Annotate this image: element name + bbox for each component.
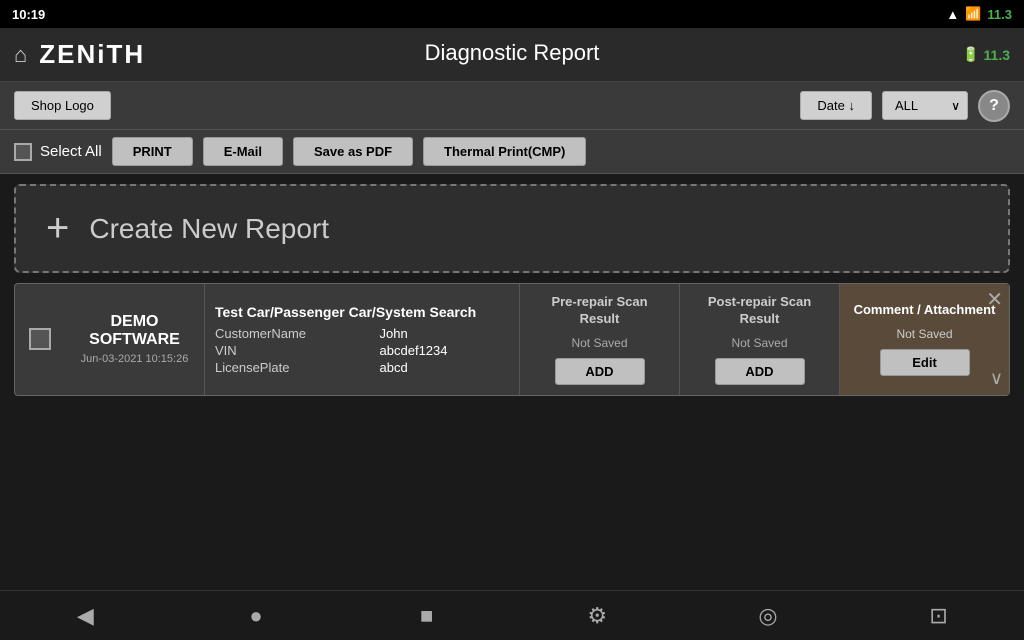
license-plate-value: abcd — [380, 360, 509, 375]
report-details: CustomerName John VIN abcdef1234 License… — [215, 326, 509, 375]
print-button[interactable]: PRINT — [112, 137, 193, 166]
report-select-checkbox[interactable] — [29, 328, 51, 350]
battery-indicator: 🔋 11.3 — [962, 46, 1010, 63]
report-date: Jun-03-2021 10:15:26 — [81, 353, 189, 365]
select-all-container: Select All — [14, 143, 102, 161]
wifi-icon: ▲ — [946, 7, 959, 22]
filter-select[interactable]: ALL Recent Older — [882, 91, 968, 120]
shop-logo-button[interactable]: Shop Logo — [14, 91, 111, 120]
chrome-button[interactable]: ◎ — [746, 594, 790, 638]
battery-text: 11.3 — [987, 7, 1012, 22]
help-button[interactable]: ? — [978, 90, 1010, 122]
save-pdf-button[interactable]: Save as PDF — [293, 137, 413, 166]
recents-button[interactable]: ■ — [405, 594, 449, 638]
toolbar: Shop Logo Date ↓ ALL Recent Older ∨ ? — [0, 82, 1024, 130]
back-button[interactable]: ◀ — [63, 594, 107, 638]
filter-select-wrapper: ALL Recent Older ∨ — [882, 91, 968, 120]
status-time: 10:19 — [12, 7, 45, 22]
header-right: 🔋 11.3 — [962, 46, 1010, 63]
report-checkbox-col — [15, 284, 65, 395]
page-title: Diagnostic Report — [425, 40, 600, 66]
post-repair-scan-col: Post-repair Scan Result Not Saved ADD — [679, 284, 839, 395]
report-card: DEMO SOFTWARE Jun-03-2021 10:15:26 Test … — [14, 283, 1010, 396]
select-all-label[interactable]: Select All — [40, 143, 102, 160]
report-title: Test Car/Passenger Car/System Search — [215, 304, 509, 320]
date-sort-button[interactable]: Date ↓ — [800, 91, 872, 120]
home-icon[interactable]: ⌂ — [14, 42, 27, 68]
comment-edit-button[interactable]: Edit — [880, 349, 970, 376]
pre-repair-title: Pre-repair Scan Result — [530, 294, 669, 328]
status-right: ▲ 📶 11.3 — [946, 6, 1012, 22]
create-new-label: Create New Report — [89, 213, 329, 245]
report-info-col: Test Car/Passenger Car/System Search Cus… — [205, 284, 519, 395]
plus-icon: + — [46, 206, 69, 251]
post-repair-add-button[interactable]: ADD — [715, 358, 805, 385]
report-close-button[interactable]: ✕ — [986, 290, 1003, 310]
comment-status: Not Saved — [896, 327, 952, 341]
comment-attachment-col: Comment / Attachment Not Saved Edit — [839, 284, 1009, 395]
screenshot-button[interactable]: ⊡ — [917, 594, 961, 638]
create-new-report-card[interactable]: + Create New Report — [14, 184, 1010, 273]
bottom-nav: ◀ ● ■ ⚙ ◎ ⊡ — [0, 590, 1024, 640]
pre-repair-status: Not Saved — [571, 336, 627, 350]
email-button[interactable]: E-Mail — [203, 137, 283, 166]
app-logo: ZENiTH — [39, 39, 145, 70]
comment-title: Comment / Attachment — [854, 302, 996, 319]
vin-value: abcdef1234 — [380, 343, 509, 358]
license-plate-label: LicensePlate — [215, 360, 368, 375]
report-device-col: DEMO SOFTWARE Jun-03-2021 10:15:26 — [65, 284, 205, 395]
signal-icon: 📶 — [965, 6, 981, 22]
pre-repair-scan-col: Pre-repair Scan Result Not Saved ADD — [519, 284, 679, 395]
action-bar: Select All PRINT E-Mail Save as PDF Ther… — [0, 130, 1024, 174]
report-expand-button[interactable]: ∨ — [990, 368, 1003, 389]
status-bar: 10:19 ▲ 📶 11.3 — [0, 0, 1024, 28]
thermal-print-button[interactable]: Thermal Print(CMP) — [423, 137, 586, 166]
main-content: + Create New Report DEMO SOFTWARE Jun-03… — [0, 174, 1024, 590]
customer-name-value: John — [380, 326, 509, 341]
customer-name-label: CustomerName — [215, 326, 368, 341]
vin-label: VIN — [215, 343, 368, 358]
post-repair-title: Post-repair Scan Result — [690, 294, 829, 328]
settings-button[interactable]: ⚙ — [575, 594, 619, 638]
report-device-name: DEMO SOFTWARE — [89, 313, 180, 349]
select-all-checkbox[interactable] — [14, 143, 32, 161]
battery-level: 11.3 — [984, 47, 1010, 63]
pre-repair-add-button[interactable]: ADD — [555, 358, 645, 385]
home-nav-button[interactable]: ● — [234, 594, 278, 638]
post-repair-status: Not Saved — [731, 336, 787, 350]
header: ⌂ ZENiTH Diagnostic Report 🔋 11.3 — [0, 28, 1024, 82]
header-left: ⌂ ZENiTH — [14, 39, 145, 70]
battery-icon: 🔋 — [962, 46, 979, 63]
